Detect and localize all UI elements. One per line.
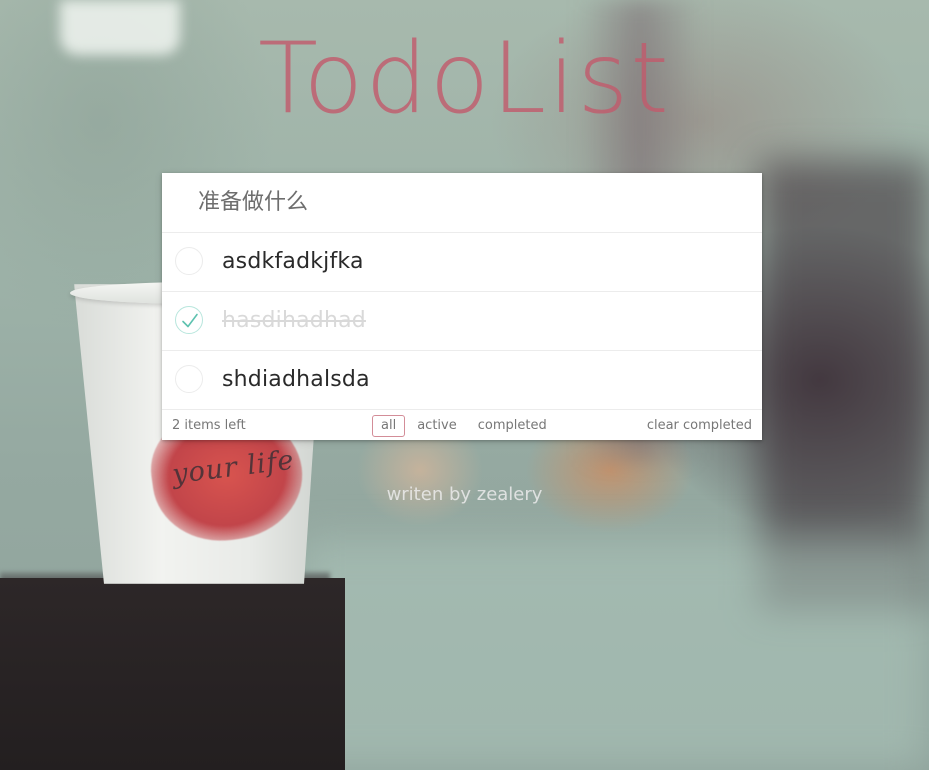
- todo-label[interactable]: hasdihadhad: [222, 308, 366, 333]
- filter-completed[interactable]: completed: [469, 415, 556, 437]
- new-todo-input[interactable]: [162, 173, 762, 232]
- todo-item[interactable]: shdiadhalsda: [162, 350, 762, 409]
- todo-item[interactable]: hasdihadhad: [162, 291, 762, 350]
- toggle-checkbox[interactable]: [175, 247, 203, 275]
- todo-app: asdkfadkjfka hasdihadhad shdiadhalsda 2 …: [162, 173, 762, 440]
- filter-active[interactable]: active: [408, 415, 466, 437]
- toggle-checkbox[interactable]: [175, 365, 203, 393]
- filter-all[interactable]: all: [372, 415, 406, 437]
- todo-label[interactable]: shdiadhalsda: [222, 367, 370, 392]
- background-table: [0, 578, 345, 770]
- app-title: TodoList: [258, 22, 671, 136]
- todo-footer: 2 items left all active completed clear …: [162, 409, 762, 440]
- items-left-count: 2 items left: [172, 418, 246, 433]
- todo-label[interactable]: asdkfadkjfka: [222, 249, 364, 274]
- clear-completed-button[interactable]: clear completed: [647, 418, 752, 433]
- todo-list: asdkfadkjfka hasdihadhad shdiadhalsda: [162, 232, 762, 409]
- toggle-checkbox[interactable]: [175, 306, 203, 334]
- todo-item[interactable]: asdkfadkjfka: [162, 232, 762, 291]
- check-icon: [182, 313, 198, 328]
- filter-tabs: all active completed: [372, 415, 559, 437]
- background-blur-shape: [300, 540, 929, 770]
- footer-credit: writen by zealery: [386, 484, 543, 505]
